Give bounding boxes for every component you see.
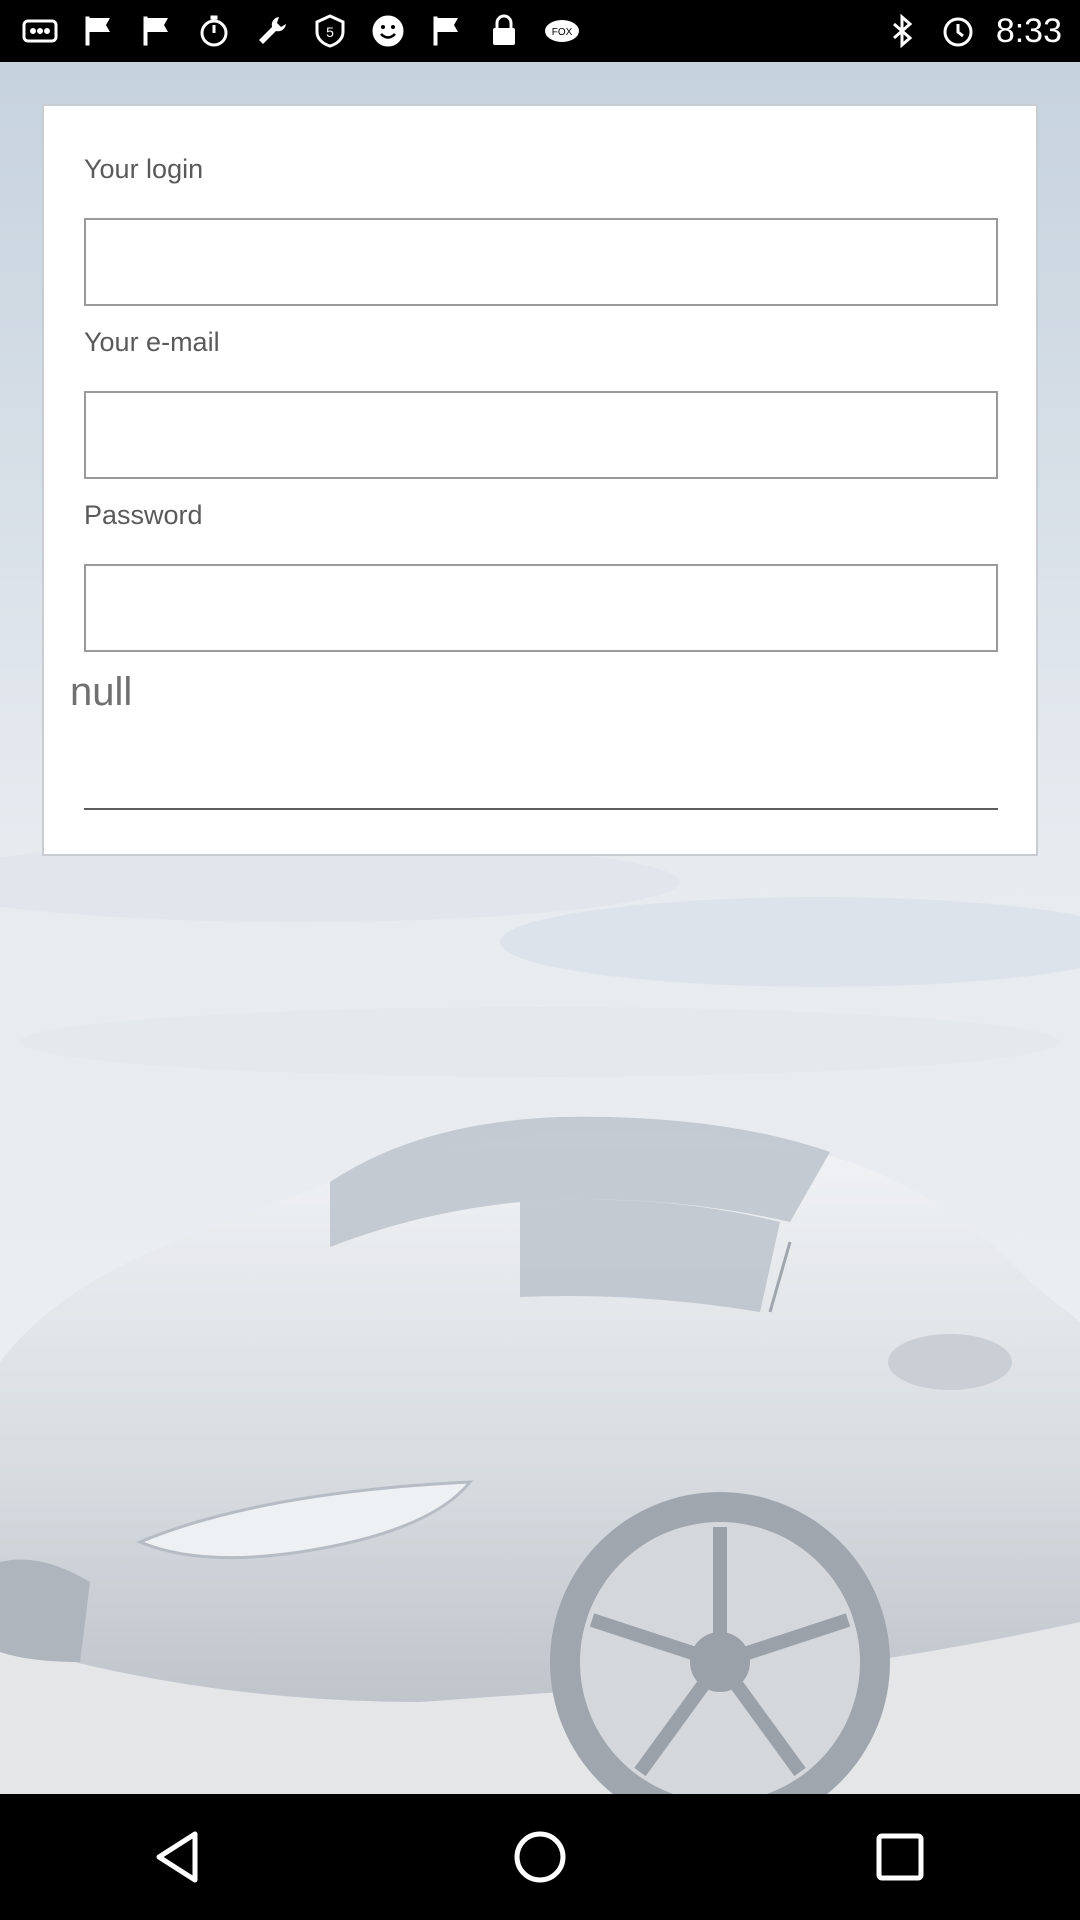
- password-input[interactable]: [86, 566, 996, 650]
- more-icon: [22, 13, 58, 49]
- extra-input[interactable]: [84, 756, 1002, 810]
- status-bar: 5 FOX 8:33: [0, 0, 1080, 62]
- login-input[interactable]: [86, 220, 996, 304]
- login-label: Your login: [84, 154, 204, 184]
- login-field-box: [84, 218, 998, 306]
- fox-sports-icon: FOX: [544, 13, 580, 49]
- stopwatch-icon: [196, 13, 232, 49]
- extra-field-box: [84, 756, 1002, 810]
- flag-icon: [80, 13, 116, 49]
- flag-icon: [138, 13, 174, 49]
- registration-form-card: Your login Your e-mail Password null: [42, 104, 1038, 856]
- svg-text:5: 5: [326, 24, 334, 40]
- status-time: 8:33: [995, 11, 1062, 50]
- wrench-icon: [254, 13, 290, 49]
- home-button[interactable]: [495, 1812, 585, 1902]
- smiley-icon: [370, 13, 406, 49]
- recents-icon: [876, 1833, 924, 1881]
- home-icon: [514, 1831, 566, 1883]
- lock-icon: [486, 13, 522, 49]
- back-icon: [156, 1831, 198, 1883]
- back-button[interactable]: [135, 1812, 225, 1902]
- email-input[interactable]: [86, 393, 996, 477]
- password-label: Password: [84, 500, 203, 530]
- password-field-box: [84, 564, 998, 652]
- recents-button[interactable]: [855, 1812, 945, 1902]
- alarm-icon: [940, 13, 976, 49]
- bluetooth-icon: [884, 13, 920, 49]
- flag-icon: [428, 13, 464, 49]
- five-icon: 5: [312, 13, 348, 49]
- email-field-box: [84, 391, 998, 479]
- null-label: null: [70, 670, 133, 714]
- email-label: Your e-mail: [84, 327, 220, 357]
- navigation-bar: [0, 1794, 1080, 1920]
- svg-text:FOX: FOX: [552, 27, 573, 38]
